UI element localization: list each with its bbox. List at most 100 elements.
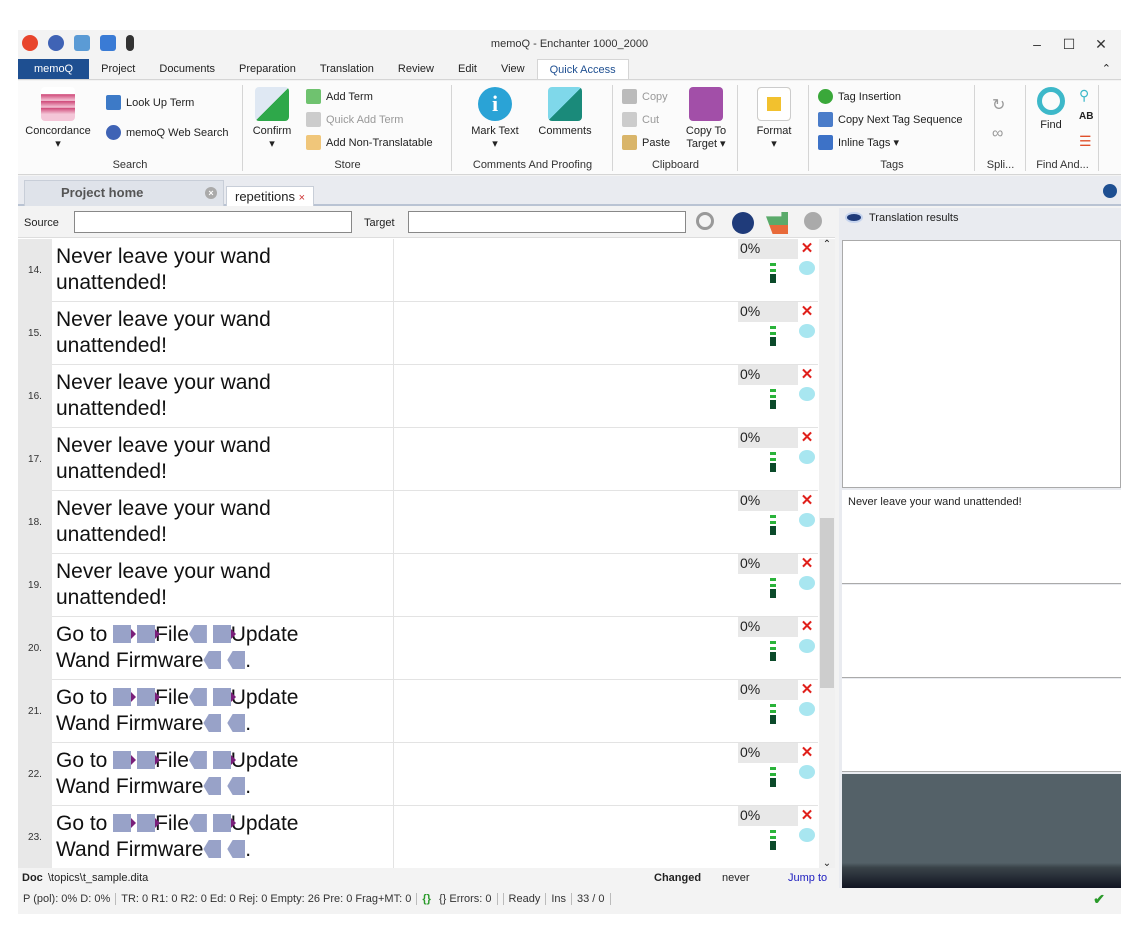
comments-button[interactable]: Comments: [533, 87, 597, 137]
target-cell[interactable]: [393, 239, 738, 302]
minimize-button[interactable]: –: [1023, 34, 1051, 54]
jump-to-link[interactable]: Jump to: [788, 872, 827, 884]
open-tag-icon[interactable]: [137, 751, 161, 769]
scroll-up-icon[interactable]: ⌃: [819, 239, 835, 250]
source-cell[interactable]: Never leave your wand unattended!: [56, 307, 391, 359]
tab-documents[interactable]: Documents: [147, 59, 227, 79]
filter-settings-icon[interactable]: ☰: [1079, 133, 1092, 150]
segment-row[interactable]: 21. Go to File Update Wand Firmware . 0% …: [18, 680, 818, 743]
rejected-x-icon[interactable]: ✕: [799, 491, 815, 511]
tab-repetitions[interactable]: repetitions ×: [226, 186, 315, 206]
open-tag-icon[interactable]: [212, 814, 236, 832]
close-project-home-icon[interactable]: ×: [205, 187, 217, 199]
add-term-button[interactable]: Add Term: [306, 89, 373, 104]
join-icon[interactable]: ∞: [992, 125, 1003, 143]
rejected-x-icon[interactable]: ✕: [799, 302, 815, 322]
tab-translation[interactable]: Translation: [308, 59, 386, 79]
quick-add-term-button[interactable]: Quick Add Term: [306, 112, 403, 127]
paste-button[interactable]: Paste: [622, 135, 670, 150]
tab-project[interactable]: Project: [89, 59, 147, 79]
target-cell[interactable]: [393, 743, 738, 806]
rejected-x-icon[interactable]: ✕: [799, 617, 815, 637]
comment-bubble-icon[interactable]: [799, 324, 815, 338]
target-cell[interactable]: [393, 491, 738, 554]
close-tag-icon[interactable]: [203, 651, 222, 669]
open-tag-icon[interactable]: [137, 625, 161, 643]
tab-preparation[interactable]: Preparation: [227, 59, 308, 79]
segment-row[interactable]: 17. Never leave your wand unattended! 0% …: [18, 428, 818, 491]
maximize-button[interactable]: ☐: [1055, 34, 1083, 54]
close-tag-icon[interactable]: [203, 714, 222, 732]
close-tag-icon[interactable]: [203, 840, 222, 858]
close-tag-icon[interactable]: [188, 751, 207, 769]
copy-to-target-button[interactable]: Copy To Target ▾: [680, 87, 732, 150]
cut-button[interactable]: Cut: [622, 112, 659, 127]
add-filter-icon[interactable]: [766, 212, 788, 234]
open-tag-icon[interactable]: [113, 625, 137, 643]
target-cell[interactable]: [393, 806, 738, 869]
segment-row[interactable]: 19. Never leave your wand unattended! 0% …: [18, 554, 818, 617]
open-tag-icon[interactable]: [113, 688, 137, 706]
close-tag-icon[interactable]: [188, 688, 207, 706]
target-cell[interactable]: [393, 554, 738, 617]
comment-bubble-icon[interactable]: [799, 261, 815, 275]
rejected-x-icon[interactable]: ✕: [799, 365, 815, 385]
tab-project-home[interactable]: Project home ×: [24, 180, 224, 206]
open-tag-icon[interactable]: [212, 688, 236, 706]
tab-quick-access[interactable]: Quick Access: [536, 59, 629, 79]
comment-bubble-icon[interactable]: [799, 639, 815, 653]
open-tag-icon[interactable]: [113, 751, 137, 769]
split-icon[interactable]: ↻: [992, 95, 1005, 115]
look-up-term-button[interactable]: Look Up Term: [106, 95, 194, 110]
concordance-button[interactable]: Concordance ▾: [22, 87, 94, 150]
source-cell[interactable]: Never leave your wand unattended!: [56, 370, 391, 422]
source-cell[interactable]: Go to File Update Wand Firmware .: [56, 622, 391, 674]
rejected-x-icon[interactable]: ✕: [799, 806, 815, 826]
segment-row[interactable]: 18. Never leave your wand unattended! 0% …: [18, 491, 818, 554]
rejected-x-icon[interactable]: ✕: [799, 743, 815, 763]
open-tag-icon[interactable]: [137, 814, 161, 832]
close-button[interactable]: ✕: [1087, 34, 1115, 54]
results-list[interactable]: [842, 240, 1121, 488]
inline-tags-button[interactable]: Inline Tags ▾: [818, 135, 899, 150]
source-cell[interactable]: Never leave your wand unattended!: [56, 559, 391, 611]
source-cell[interactable]: Never leave your wand unattended!: [56, 433, 391, 485]
replace-icon[interactable]: AB: [1079, 111, 1093, 122]
comment-bubble-icon[interactable]: [799, 765, 815, 779]
comment-bubble-icon[interactable]: [799, 450, 815, 464]
tag-insertion-button[interactable]: Tag Insertion: [818, 89, 901, 104]
segment-row[interactable]: 20. Go to File Update Wand Firmware . 0% …: [18, 617, 818, 680]
open-tag-icon[interactable]: [137, 688, 161, 706]
filter-search-icon[interactable]: [696, 212, 714, 230]
grid-scrollbar[interactable]: ⌃ ⌄: [819, 239, 835, 869]
segment-row[interactable]: 15. Never leave your wand unattended! 0% …: [18, 302, 818, 365]
tab-view[interactable]: View: [489, 59, 537, 79]
close-tag-icon[interactable]: [188, 625, 207, 643]
comment-bubble-icon[interactable]: [799, 828, 815, 842]
add-non-translatable-button[interactable]: Add Non-Translatable: [306, 135, 433, 150]
target-cell[interactable]: [393, 365, 738, 428]
close-tab-icon[interactable]: ×: [299, 192, 305, 204]
tab-edit[interactable]: Edit: [446, 59, 489, 79]
mark-text-button[interactable]: i Mark Text ▾: [467, 87, 523, 150]
segment-row[interactable]: 23. Go to File Update Wand Firmware . 0% …: [18, 806, 818, 869]
clear-filter-icon[interactable]: [804, 212, 822, 230]
source-cell[interactable]: Never leave your wand unattended!: [56, 244, 391, 296]
close-tag-icon[interactable]: [227, 651, 246, 669]
source-filter-input[interactable]: [74, 211, 352, 233]
close-tag-icon[interactable]: [227, 714, 246, 732]
open-tag-icon[interactable]: [212, 625, 236, 643]
close-tag-icon[interactable]: [188, 814, 207, 832]
comment-bubble-icon[interactable]: [799, 387, 815, 401]
tab-list-dropdown-icon[interactable]: [1103, 184, 1117, 198]
comment-bubble-icon[interactable]: [799, 702, 815, 716]
open-tag-icon[interactable]: [212, 751, 236, 769]
rejected-x-icon[interactable]: ✕: [799, 554, 815, 574]
quick-find-icon[interactable]: ⚲: [1079, 87, 1089, 104]
tab-review[interactable]: Review: [386, 59, 446, 79]
target-cell[interactable]: [393, 680, 738, 743]
copy-button[interactable]: Copy: [622, 89, 668, 104]
comment-bubble-icon[interactable]: [799, 513, 815, 527]
segment-row[interactable]: 16. Never leave your wand unattended! 0% …: [18, 365, 818, 428]
copy-next-tag-sequence-button[interactable]: Copy Next Tag Sequence: [818, 112, 963, 127]
